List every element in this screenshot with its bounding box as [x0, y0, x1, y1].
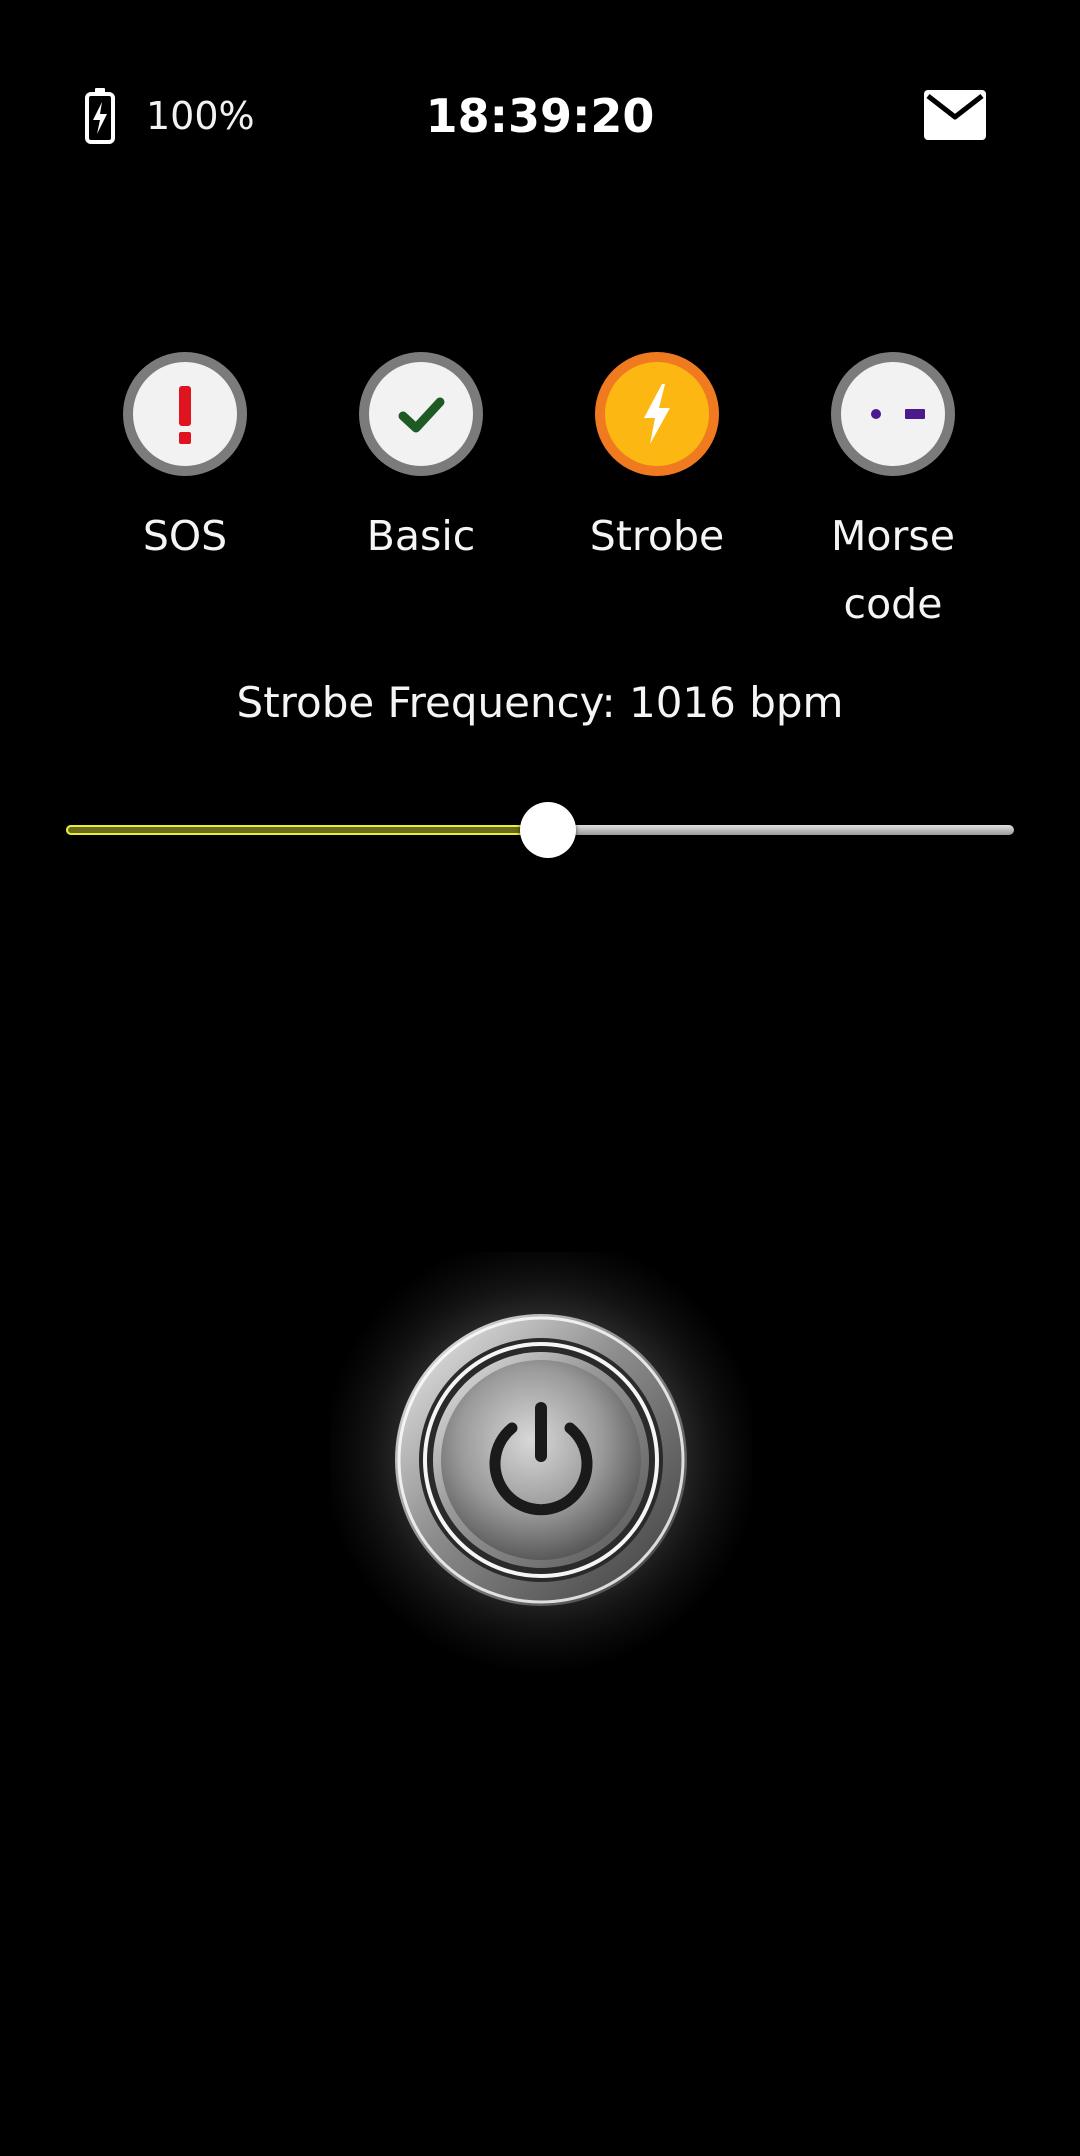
battery-charging-icon: [85, 88, 115, 144]
sos-mode-button[interactable]: [123, 352, 247, 476]
lightning-icon: [644, 384, 670, 444]
mode-label-sos: SOS: [142, 512, 228, 560]
strobe-frequency-slider[interactable]: [66, 800, 1014, 860]
check-icon: [398, 397, 445, 433]
exclamation-icon: [179, 386, 191, 444]
slider-thumb[interactable]: [520, 802, 576, 858]
mode-label-morse: Morse code: [831, 512, 955, 628]
morse-icon: [871, 409, 925, 419]
mail-icon[interactable]: [924, 90, 986, 140]
mode-label-strobe: Strobe: [589, 512, 725, 560]
strobe-frequency-label: Strobe Frequency: 1016 bpm: [236, 678, 844, 727]
mode-selector: SOS Basic Strobe Morse code: [0, 352, 1080, 652]
power-button[interactable]: [330, 1252, 752, 1674]
strobe-mode-button[interactable]: [595, 352, 719, 476]
status-bar: 100% 18:39:20: [0, 0, 1080, 240]
battery-percentage: 100%: [146, 94, 255, 138]
mode-label-basic: Basic: [366, 512, 476, 560]
slider-fill: [66, 825, 548, 835]
basic-mode-button[interactable]: [359, 352, 483, 476]
clock-time: 18:39:20: [425, 89, 655, 143]
power-icon: [336, 1258, 746, 1668]
morse-mode-button[interactable]: [831, 352, 955, 476]
